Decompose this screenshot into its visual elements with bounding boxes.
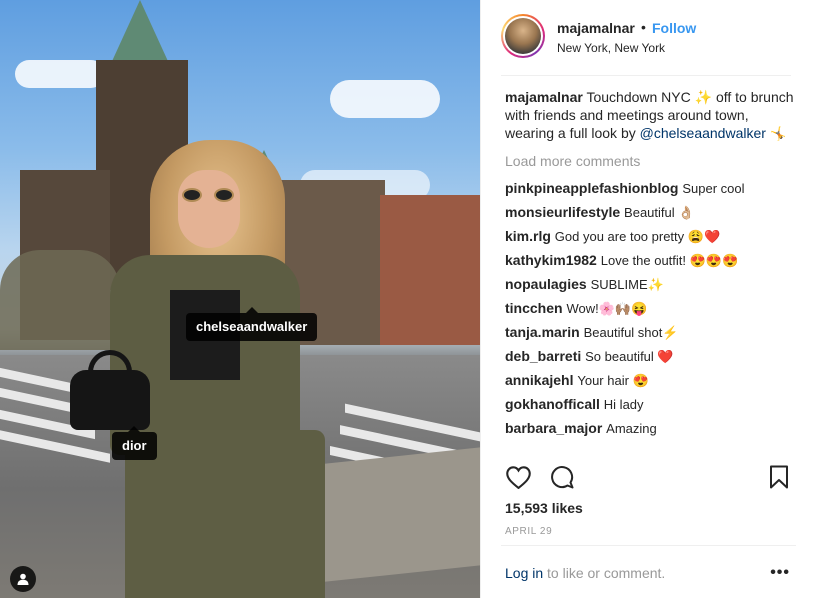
comment-text: Love the outfit! 😍😍😍 bbox=[600, 253, 739, 268]
like-button[interactable] bbox=[505, 464, 531, 490]
caption-emoji: 🤸 bbox=[765, 127, 787, 142]
comment-item: tanja.marin Beautiful shot⚡ bbox=[505, 323, 795, 347]
comment-username[interactable]: nopaulagies bbox=[505, 276, 587, 292]
comment-username[interactable]: annikajehl bbox=[505, 372, 573, 388]
caption-mention[interactable]: @chelseaandwalker bbox=[640, 125, 766, 141]
comment-text: SUBLIME✨ bbox=[590, 277, 664, 292]
product-tag-dior[interactable]: dior bbox=[112, 426, 157, 460]
comment-item: gokhanofficall Hi lady bbox=[505, 395, 795, 419]
likes-count[interactable]: 15,593 likes bbox=[505, 500, 583, 516]
follow-button[interactable]: Follow bbox=[652, 20, 696, 36]
header-username[interactable]: majamalnar bbox=[557, 20, 635, 36]
comments-list: majamalnar Touchdown NYC ✨ off to brunch… bbox=[505, 88, 795, 443]
product-tag-chelseaandwalker[interactable]: chelseaandwalker bbox=[186, 307, 318, 341]
comment-text: Beautiful shot⚡ bbox=[583, 325, 679, 340]
user-tags-button[interactable] bbox=[10, 566, 36, 592]
caption-username[interactable]: majamalnar bbox=[505, 89, 583, 105]
sunglasses bbox=[180, 188, 240, 202]
comment-username[interactable]: tanja.marin bbox=[505, 324, 580, 340]
post-date[interactable]: APRIL 29 bbox=[505, 526, 552, 537]
location-link[interactable]: New York, New York bbox=[557, 41, 665, 55]
comment-item: nopaulagies SUBLIME✨ bbox=[505, 275, 795, 299]
separator-dot: • bbox=[641, 19, 646, 35]
avatar[interactable] bbox=[501, 14, 545, 58]
bookmark-icon bbox=[770, 465, 788, 489]
comment-username[interactable]: pinkpineapplefashionblog bbox=[505, 180, 678, 196]
speech-bubble-icon bbox=[551, 466, 574, 489]
comment-item: kim.rlg God you are too pretty 😩❤️ bbox=[505, 227, 795, 251]
comment-text: Hi lady bbox=[603, 397, 644, 412]
ellipsis-icon: ••• bbox=[770, 564, 790, 581]
comment-username[interactable]: barbara_major bbox=[505, 420, 602, 436]
brick-building bbox=[380, 195, 480, 345]
comment-text: Beautiful 👌🏼 bbox=[624, 205, 695, 220]
post-photo[interactable]: chelseaandwalker dior bbox=[0, 0, 480, 598]
handbag bbox=[70, 370, 150, 430]
comment-text: Amazing bbox=[606, 421, 657, 436]
cloud bbox=[15, 60, 105, 88]
comment-text: God you are too pretty 😩❤️ bbox=[554, 229, 721, 244]
comment-username[interactable]: tincchen bbox=[505, 300, 563, 316]
comment-text: So beautiful ❤️ bbox=[585, 349, 674, 364]
comment-username[interactable]: kathykim1982 bbox=[505, 252, 597, 268]
action-bar bbox=[501, 460, 796, 494]
load-more-comments-button[interactable]: Load more comments bbox=[505, 152, 795, 170]
person-icon bbox=[17, 573, 29, 585]
comment-button[interactable] bbox=[549, 464, 575, 490]
save-button[interactable] bbox=[766, 464, 792, 490]
avatar-image bbox=[505, 18, 541, 54]
comment-username[interactable]: gokhanofficall bbox=[505, 396, 600, 412]
post-header: majamalnar • Follow New York, New York bbox=[501, 12, 791, 76]
post-caption: majamalnar Touchdown NYC ✨ off to brunch… bbox=[505, 88, 795, 144]
login-prompt-text: to like or comment. bbox=[543, 565, 666, 581]
post-sidebar: majamalnar • Follow New York, New York m… bbox=[480, 0, 813, 598]
comment-item: monsieurlifestyle Beautiful 👌🏼 bbox=[505, 203, 795, 227]
cloud bbox=[330, 80, 440, 118]
comment-username[interactable]: monsieurlifestyle bbox=[505, 204, 620, 220]
comment-item: barbara_major Amazing bbox=[505, 419, 795, 443]
trees bbox=[0, 250, 120, 350]
comment-item: tincchen Wow!🌸🙌🏽😝 bbox=[505, 299, 795, 323]
comment-item: kathykim1982 Love the outfit! 😍😍😍 bbox=[505, 251, 795, 275]
comment-username[interactable]: deb_barreti bbox=[505, 348, 581, 364]
woman-face bbox=[178, 170, 240, 248]
comment-footer: Log in to like or comment. ••• bbox=[501, 545, 796, 598]
comment-username[interactable]: kim.rlg bbox=[505, 228, 551, 244]
comment-text: Super cool bbox=[682, 181, 745, 196]
login-link[interactable]: Log in bbox=[505, 565, 543, 581]
comment-text: Your hair 😍 bbox=[577, 373, 649, 388]
heart-outline-icon bbox=[505, 465, 531, 489]
comment-text: Wow!🌸🙌🏽😝 bbox=[566, 301, 648, 316]
login-prompt: Log in to like or comment. bbox=[505, 565, 665, 581]
comment-item: deb_barreti So beautiful ❤️ bbox=[505, 347, 795, 371]
comment-item: pinkpineapplefashionblog Super cool bbox=[505, 179, 795, 203]
comment-item: annikajehl Your hair 😍 bbox=[505, 371, 795, 395]
more-options-button[interactable]: ••• bbox=[770, 564, 790, 582]
